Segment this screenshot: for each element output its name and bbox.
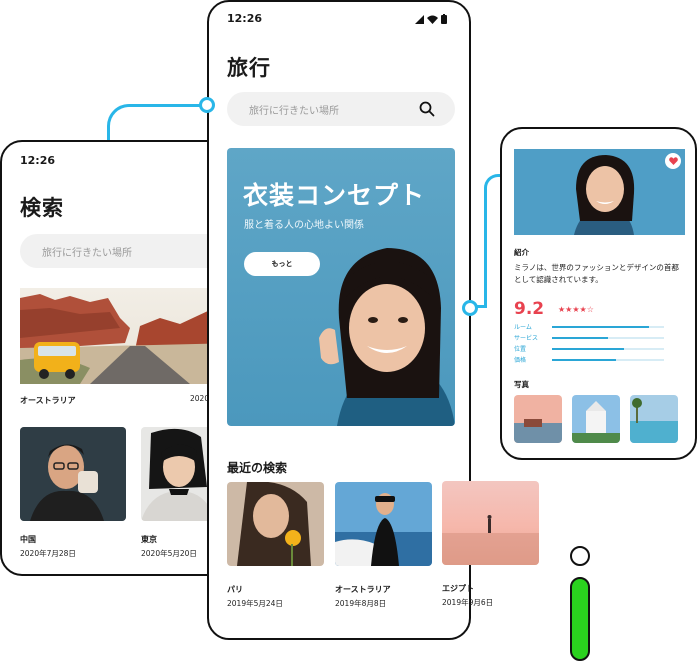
rating-row: 価格 xyxy=(514,355,664,365)
rating-bar-fill xyxy=(552,359,616,361)
rating-label: ルーム xyxy=(514,324,532,331)
recent-searches-title: 最近の検索 xyxy=(227,461,288,475)
recent-item-date: 2019年5月24日 xyxy=(227,599,283,608)
recent-item-name: オーストラリア xyxy=(335,585,391,594)
rating-bar xyxy=(552,359,664,361)
woman-flower-photo xyxy=(227,482,324,566)
page-title: 旅行 xyxy=(227,56,271,80)
connector-dot xyxy=(462,300,478,316)
recent-item-date: 2019年8月8日 xyxy=(335,599,387,608)
list-item-date: 2020年7月28日 xyxy=(20,549,76,558)
list-item-image[interactable] xyxy=(20,427,126,521)
man-drinking-photo xyxy=(20,427,126,521)
detail-screen-phone: 紹介 ミラノは、世界のファッションとデザインの首都として認識されています。 9.… xyxy=(500,127,697,460)
scroll-indicator-bar[interactable] xyxy=(570,577,590,661)
search-input[interactable]: 旅行に行きたい場所 xyxy=(227,92,455,126)
rating-row: 位置 xyxy=(514,344,664,354)
promo-banner[interactable]: 衣装コンセプト 服と着る人の心地よい関係 もっと xyxy=(227,148,455,426)
intro-label: 紹介 xyxy=(514,248,529,257)
recent-item-name: エジプト xyxy=(442,584,474,593)
woman-seaside-photo xyxy=(335,482,432,566)
intro-text: ミラノは、世界のファッションとデザインの首都として認識されています。 xyxy=(514,263,679,284)
favorite-button[interactable] xyxy=(665,153,681,169)
woman-portrait-photo xyxy=(514,149,685,235)
detail-hero-image xyxy=(514,149,685,235)
recent-item-name: パリ xyxy=(227,585,243,594)
photo-thumbnail[interactable] xyxy=(630,395,678,443)
rating-label: 位置 xyxy=(514,346,527,353)
rating-bar xyxy=(552,326,664,328)
battery-icon xyxy=(441,14,447,24)
list-item-date: 2020年5月20日 xyxy=(141,549,197,558)
rating-stars: ★★★★☆ xyxy=(558,305,594,314)
list-item-name: 東京 xyxy=(141,535,157,544)
recent-item-date: 2019年9月6日 xyxy=(442,598,494,607)
rating-bar xyxy=(552,348,664,350)
connector-dot xyxy=(199,97,215,113)
rating-bar xyxy=(552,337,664,339)
photos-label: 写真 xyxy=(514,380,529,389)
rating-label: サービス xyxy=(514,335,539,342)
rating-bar-fill xyxy=(552,326,650,328)
list-item-name: 中国 xyxy=(20,535,36,544)
harbor-sunset-photo xyxy=(514,395,562,443)
photo-thumbnail[interactable] xyxy=(514,395,562,443)
rating-label: 価格 xyxy=(514,357,527,364)
beach-sunset-photo xyxy=(442,481,539,565)
banner-title: 衣装コンセプト xyxy=(243,181,426,210)
recent-item-image[interactable] xyxy=(227,482,324,566)
photo-thumbnail[interactable] xyxy=(572,395,620,443)
status-time: 12:26 xyxy=(227,12,263,25)
search-placeholder: 旅行に行きたい場所 xyxy=(249,105,339,117)
connector-line-left xyxy=(107,104,207,144)
rating-score: 9.2 xyxy=(514,299,545,319)
search-screen-phone: 12:26 検索 旅行に行きたい場所 オーストラリア 2020 中国 2020年… xyxy=(0,140,240,576)
wifi-icon xyxy=(427,15,438,24)
scroll-indicator-dot xyxy=(570,546,590,566)
more-button[interactable]: もっと xyxy=(244,252,320,276)
rating-bar-fill xyxy=(552,348,624,350)
search-icon[interactable] xyxy=(419,101,435,117)
travel-screen-phone: 12:26 旅行 旅行に行きたい場所 衣装コンセプト 服と着る人の心地よい関係 … xyxy=(207,0,471,640)
rating-row: ルーム xyxy=(514,322,664,332)
page-title: 検索 xyxy=(20,196,64,220)
rating-bar-fill xyxy=(552,337,608,339)
status-icons xyxy=(415,14,447,24)
resort-pool-photo xyxy=(630,395,678,443)
rating-row: サービス xyxy=(514,333,664,343)
white-church-photo xyxy=(572,395,620,443)
recent-item-image[interactable] xyxy=(442,481,539,565)
featured-name: オーストラリア xyxy=(20,396,76,405)
banner-subtitle: 服と着る人の心地よい関係 xyxy=(244,220,364,231)
signal-icon xyxy=(415,14,424,24)
recent-item-image[interactable] xyxy=(335,482,432,566)
status-time: 12:26 xyxy=(20,154,56,167)
heart-icon xyxy=(668,157,678,165)
